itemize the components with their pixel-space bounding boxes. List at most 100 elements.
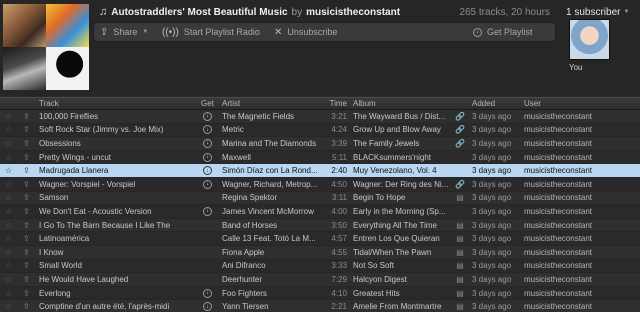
start-playlist-radio-button[interactable]: ((•)) Start Playlist Radio	[156, 23, 268, 41]
added-by-user[interactable]: musicistheconstant	[521, 178, 640, 191]
added-by-user[interactable]: musicistheconstant	[521, 287, 640, 300]
share-icon[interactable]: ⇪	[17, 124, 36, 137]
star-icon[interactable]: ☆	[0, 164, 17, 177]
table-row[interactable]: ☆ ⇪ Comptine d'un autre été, l'après-midi ↓…	[0, 300, 640, 312]
added-by-user[interactable]: musicistheconstant	[521, 151, 640, 164]
column-header-added[interactable]: Added	[470, 98, 521, 109]
album-name[interactable]: The Wayward Bus / Dist...	[349, 110, 450, 123]
artist-name[interactable]: Ani Difranco	[218, 260, 325, 273]
album-name[interactable]: Everything All The Time	[349, 219, 450, 232]
document-icon[interactable]: ▤	[450, 260, 470, 273]
document-icon[interactable]: ▤	[450, 232, 470, 245]
album-name[interactable]: Muy Venezolano, Vol. 4	[349, 164, 450, 177]
get-cell[interactable]: ↓	[197, 178, 218, 191]
get-cell[interactable]: ↓	[197, 287, 218, 300]
table-row[interactable]: ☆ ⇪ Latinoamérica Calle 13 Feat. Totó La M.…	[0, 232, 640, 246]
star-icon[interactable]: ☆	[0, 151, 17, 164]
download-icon[interactable]: ↓	[203, 302, 212, 312]
document-icon[interactable]: ▤	[450, 219, 470, 232]
added-by-user[interactable]: musicistheconstant	[521, 219, 640, 232]
star-icon[interactable]: ☆	[0, 246, 17, 259]
column-header-artist[interactable]: Artist	[218, 98, 325, 109]
artist-name[interactable]: Metric	[218, 124, 325, 137]
document-icon[interactable]: ▤	[450, 287, 470, 300]
share-icon[interactable]: ⇪	[17, 219, 36, 232]
get-cell[interactable]: ↓	[197, 137, 218, 150]
get-cell[interactable]: ↓	[197, 151, 218, 164]
artist-name[interactable]: The Magnetic Fields	[218, 110, 325, 123]
document-icon[interactable]: ▤	[450, 192, 470, 205]
column-header-user[interactable]: User	[521, 98, 640, 109]
artist-name[interactable]: Regina Spektor	[218, 192, 325, 205]
download-icon[interactable]: ↓	[203, 288, 212, 298]
album-name[interactable]: Begin To Hope	[349, 192, 450, 205]
star-icon[interactable]: ☆	[0, 205, 17, 218]
star-icon[interactable]: ☆	[0, 219, 17, 232]
share-icon[interactable]: ⇪	[17, 178, 36, 191]
added-by-user[interactable]: musicistheconstant	[521, 110, 640, 123]
artist-name[interactable]: Marina and The Diamonds	[218, 137, 325, 150]
share-icon[interactable]: ⇪	[17, 260, 36, 273]
added-by-user[interactable]: musicistheconstant	[521, 137, 640, 150]
unsubscribe-button[interactable]: ✕ Unsubscribe	[268, 23, 363, 41]
subscribers-dropdown[interactable]: 1 subscriber ▼	[566, 5, 638, 19]
share-icon[interactable]: ⇪	[17, 287, 36, 300]
share-icon[interactable]: ⇪	[17, 151, 36, 164]
link-icon[interactable]: 🔗	[450, 124, 470, 137]
document-icon[interactable]: ▤	[450, 246, 470, 259]
get-cell[interactable]: ↓	[197, 300, 218, 312]
table-row[interactable]: ☆ ⇪ I Go To The Barn Because I Like The Ban…	[0, 218, 640, 233]
star-icon[interactable]: ☆	[0, 137, 17, 150]
share-icon[interactable]: ⇪	[17, 205, 36, 218]
share-icon[interactable]: ⇪	[17, 137, 36, 150]
artist-name[interactable]: Fiona Apple	[218, 246, 325, 259]
subscriber-avatar[interactable]	[569, 19, 610, 60]
star-icon[interactable]: ☆	[0, 232, 17, 245]
get-playlist-button[interactable]: ↓ Get Playlist	[467, 23, 555, 41]
download-icon[interactable]: ↓	[203, 166, 212, 176]
table-row[interactable]: ☆ ⇪ Pretty Wings - uncut ↓ Maxwell 5:11 BLACKs…	[0, 150, 640, 165]
share-icon[interactable]: ⇪	[17, 246, 36, 259]
artist-name[interactable]: Simón Díaz con La Rond...	[218, 164, 325, 177]
artist-name[interactable]: Maxwell	[218, 151, 325, 164]
table-row[interactable]: ☆ ⇪ 100,000 Fireflies ↓ The Magnetic Fields 3…	[0, 110, 640, 124]
table-row[interactable]: ☆ ⇪ Soft Rock Star (Jimmy vs. Joe Mix) ↓ Met…	[0, 123, 640, 138]
table-row[interactable]: ☆ ⇪ Small World Ani Difranco 3:33 Not So Soft…	[0, 259, 640, 274]
artist-name[interactable]: Wagner, Richard, Metrop...	[218, 178, 325, 191]
document-icon[interactable]: ▤	[450, 300, 470, 312]
album-name[interactable]: Wagner: Der Ring des Ni...	[349, 178, 450, 191]
table-row[interactable]: ☆ ⇪ I Know Fiona Apple 4:55 Tidal/When The Pa…	[0, 245, 640, 260]
table-row[interactable]: ☆ ⇪ We Don't Eat - Acoustic Version ↓ James …	[0, 205, 640, 219]
album-name[interactable]: BLACKsummers'night	[349, 151, 450, 164]
column-header-track[interactable]: Track	[36, 98, 197, 109]
get-cell[interactable]: ↓	[197, 110, 218, 123]
album-name[interactable]: Grow Up and Blow Away	[349, 124, 450, 137]
download-icon[interactable]: ↓	[203, 125, 212, 135]
link-icon[interactable]: 🔗	[450, 137, 470, 150]
artist-name[interactable]: Foo Fighters	[218, 287, 325, 300]
star-icon[interactable]: ☆	[0, 178, 17, 191]
get-cell[interactable]: ↓	[197, 164, 218, 177]
artist-name[interactable]: Calle 13 Feat. Totó La M...	[218, 232, 325, 245]
table-row[interactable]: ☆ ⇪ He Would Have Laughed Deerhunter 7:29 Hal…	[0, 273, 640, 287]
link-icon[interactable]: 🔗	[450, 178, 470, 191]
added-by-user[interactable]: musicistheconstant	[521, 232, 640, 245]
get-cell[interactable]: ↓	[197, 205, 218, 218]
document-icon[interactable]: ▤	[450, 273, 470, 286]
album-name[interactable]: Not So Soft	[349, 260, 450, 273]
table-row[interactable]: ☆ ⇪ Obsessions ↓ Marina and The Diamonds 3:39…	[0, 137, 640, 151]
added-by-user[interactable]: musicistheconstant	[521, 205, 640, 218]
download-icon[interactable]: ↓	[203, 206, 212, 216]
album-name[interactable]: The Family Jewels	[349, 137, 450, 150]
table-row[interactable]: ☆ ⇪ Everlong ↓ Foo Fighters 4:10 Greatest Hits…	[0, 286, 640, 301]
artist-name[interactable]: Yann Tiersen	[218, 300, 325, 312]
album-name[interactable]: Halcyon Digest	[349, 273, 450, 286]
download-icon[interactable]: ↓	[203, 111, 212, 121]
artist-name[interactable]: James Vincent McMorrow	[218, 205, 325, 218]
added-by-user[interactable]: musicistheconstant	[521, 164, 640, 177]
added-by-user[interactable]: musicistheconstant	[521, 246, 640, 259]
added-by-user[interactable]: musicistheconstant	[521, 124, 640, 137]
share-button[interactable]: ⇪ Share ▼	[94, 23, 156, 41]
album-name[interactable]: Entren Los Que Quieran	[349, 232, 450, 245]
album-name[interactable]: Amelie From Montmartre	[349, 300, 450, 312]
